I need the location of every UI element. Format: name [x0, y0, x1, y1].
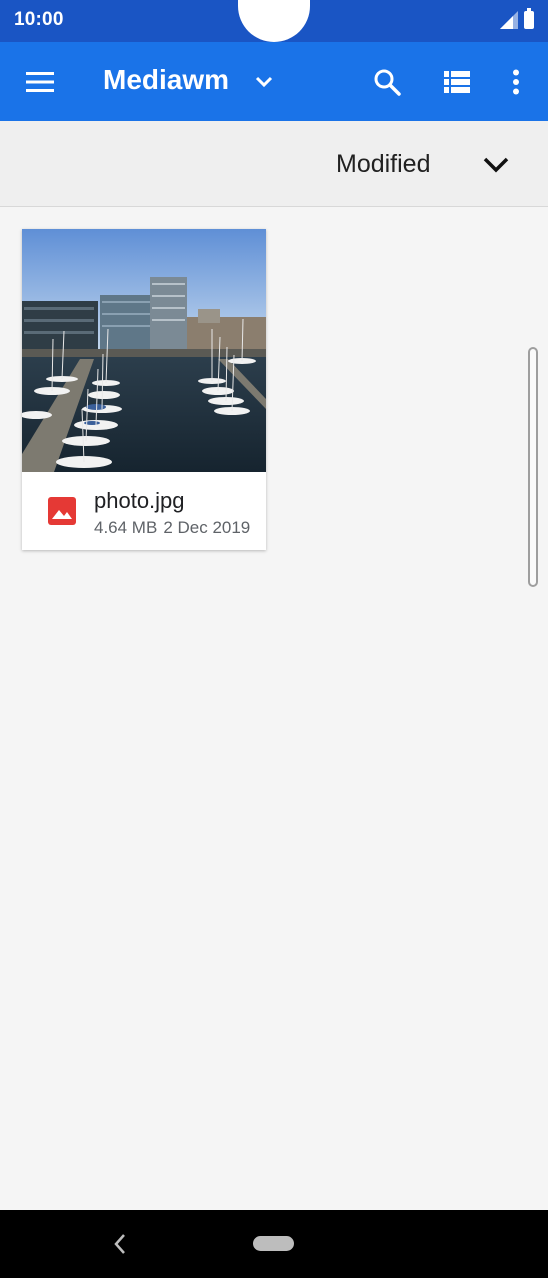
back-button[interactable]: [104, 1224, 136, 1264]
file-card[interactable]: photo.jpg 4.64 MB 2 Dec 2019: [22, 229, 266, 550]
search-button[interactable]: [366, 62, 408, 102]
file-size: 4.64 MB: [94, 518, 158, 537]
file-date: 2 Dec 2019: [163, 518, 251, 537]
sort-dropdown-button[interactable]: [476, 145, 516, 185]
file-name: photo.jpg: [94, 488, 185, 513]
search-icon: [374, 69, 401, 96]
battery-icon: [524, 8, 534, 29]
view-toggle-button[interactable]: [436, 62, 478, 102]
more-vert-icon: [513, 69, 519, 95]
back-icon: [114, 1234, 125, 1254]
app-title[interactable]: Mediawm: [103, 64, 229, 96]
status-time: 10:00: [14, 9, 64, 30]
marina-photo: [22, 229, 266, 472]
menu-button[interactable]: [20, 62, 60, 102]
app-bar: Mediawm: [0, 42, 548, 121]
home-pill[interactable]: [253, 1236, 294, 1251]
menu-icon: [26, 72, 54, 92]
more-options-button[interactable]: [500, 62, 532, 102]
scrollbar[interactable]: [528, 347, 538, 587]
file-meta: 4.64 MB 2 Dec 2019: [94, 518, 254, 538]
chevron-down-icon: [483, 157, 509, 173]
list-view-icon: [444, 71, 470, 93]
sort-bar: Modified: [0, 121, 548, 207]
status-bar: 10:00: [0, 0, 548, 42]
photo-thumbnail: [22, 229, 266, 472]
camera-notch: [238, 0, 310, 42]
signal-icon: [500, 11, 518, 29]
chevron-down-icon: [255, 76, 273, 88]
title-dropdown-button[interactable]: [248, 62, 280, 102]
sort-label[interactable]: Modified: [336, 150, 431, 179]
image-file-icon: [48, 497, 76, 525]
status-icons: [500, 8, 534, 29]
